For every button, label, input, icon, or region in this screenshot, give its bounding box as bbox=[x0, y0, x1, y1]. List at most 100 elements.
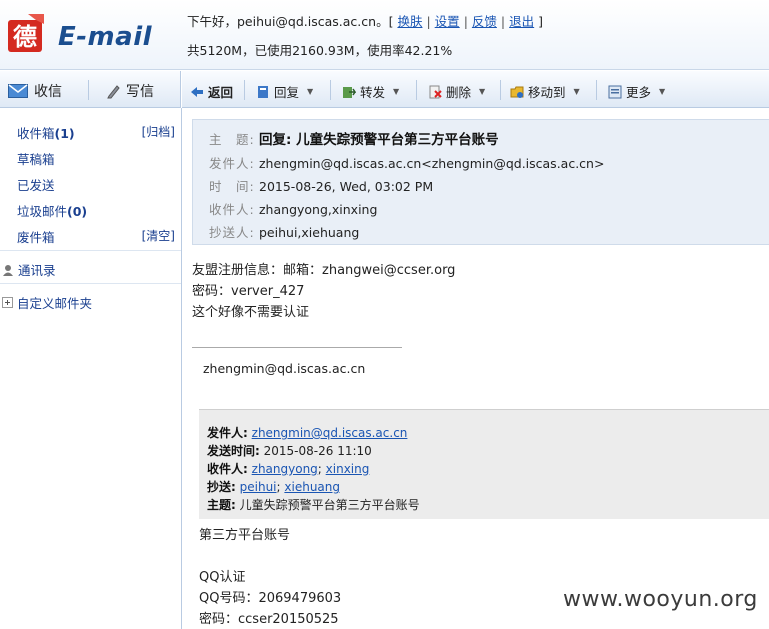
quote-to-link[interactable]: xinxing bbox=[326, 462, 370, 476]
contacts-label: 通讯录 bbox=[18, 263, 56, 278]
folder-spam-label: 垃圾邮件 bbox=[17, 204, 68, 219]
divider bbox=[596, 80, 597, 100]
reply-button[interactable]: 回复 ▼ bbox=[256, 82, 313, 101]
back-label: 返回 bbox=[208, 85, 234, 100]
folder-spam[interactable]: 垃圾邮件(0) bbox=[17, 201, 87, 220]
quote-time-value: 2015-08-26 11:10 bbox=[263, 444, 372, 458]
move-folder-icon bbox=[510, 86, 524, 98]
quote-from-link[interactable]: zhengmin@qd.iscas.ac.cn bbox=[252, 426, 408, 440]
message-header: 主 题: 回复: 儿童失踪预警平台第三方平台账号 发件人: zhengmin@qd.… bbox=[192, 119, 769, 245]
back-button[interactable]: 返回 bbox=[190, 82, 233, 101]
folder-sidebar: 收件箱(1) [归档] 草稿箱 已发送 垃圾邮件(0) 废件箱 [清空] 通讯录… bbox=[0, 108, 182, 629]
time-label: 时 间: bbox=[209, 179, 255, 194]
more-label: 更多 bbox=[626, 85, 652, 100]
folder-inbox-label: 收件箱 bbox=[17, 126, 55, 141]
compose-button[interactable]: 写信 bbox=[106, 81, 154, 101]
logo-text: E-mail bbox=[58, 22, 153, 52]
from-row: 发件人: zhengmin@qd.iscas.ac.cn<zhengmin@qd.… bbox=[209, 153, 604, 172]
time-value: 2015-08-26, Wed, 03:02 PM bbox=[259, 179, 434, 194]
quote-subject-row: 主题: 儿童失踪预警平台第三方平台账号 bbox=[207, 496, 420, 513]
archive-link[interactable]: [归档] bbox=[142, 123, 175, 140]
divider bbox=[244, 80, 245, 100]
to-label: 收件人: bbox=[209, 202, 255, 217]
more-button[interactable]: 更多 ▼ bbox=[608, 82, 665, 101]
pencil-icon bbox=[107, 85, 120, 99]
time-row: 时 间: 2015-08-26, Wed, 03:02 PM bbox=[209, 176, 433, 195]
compose-label: 写信 bbox=[126, 84, 154, 100]
folder-trash[interactable]: 废件箱 bbox=[17, 227, 55, 246]
folder-drafts[interactable]: 草稿箱 bbox=[17, 149, 55, 168]
from-label: 发件人: bbox=[209, 156, 255, 171]
divider bbox=[0, 250, 181, 251]
quote-to-row: 收件人: zhangyong; xinxing bbox=[207, 462, 370, 476]
chevron-down-icon[interactable]: ▼ bbox=[659, 87, 665, 96]
folder-inbox[interactable]: 收件箱(1) bbox=[17, 123, 75, 142]
chevron-down-icon[interactable]: ▼ bbox=[307, 87, 313, 96]
delete-button[interactable]: 删除 ▼ bbox=[428, 82, 485, 101]
body-line: 密码：verver_427 bbox=[192, 284, 305, 299]
settings-link[interactable]: 设置 bbox=[435, 14, 460, 29]
quoted-body-line: 密码：ccser20150525 bbox=[199, 612, 339, 627]
quote-subject-label: 主题: bbox=[207, 498, 236, 512]
custom-folders-label: 自定义邮件夹 bbox=[17, 296, 93, 311]
contacts-icon bbox=[3, 264, 13, 276]
quote-from-label: 发件人: bbox=[207, 426, 248, 440]
divider bbox=[0, 283, 181, 284]
greeting-text: 下午好，peihui@qd.iscas.ac.cn。[ bbox=[187, 14, 394, 29]
quote-to-link[interactable]: zhangyong bbox=[252, 462, 318, 476]
folder-sent[interactable]: 已发送 bbox=[17, 175, 55, 194]
quoted-body-line: QQ号码：2069479603 bbox=[199, 591, 342, 606]
quota-text: 共5120M，已使用2160.93M，使用率42.21% bbox=[187, 43, 453, 58]
to-row: 收件人: zhangyong,xinxing bbox=[209, 199, 377, 218]
logo-icon: 德 bbox=[8, 14, 44, 52]
back-arrow-icon bbox=[191, 86, 203, 97]
quote-from-row: 发件人: zhengmin@qd.iscas.ac.cn bbox=[207, 424, 407, 441]
forward-button[interactable]: 转发 ▼ bbox=[342, 82, 399, 101]
more-icon bbox=[608, 85, 622, 98]
folder-inbox-count: (1) bbox=[54, 126, 75, 141]
reply-label: 回复 bbox=[274, 85, 300, 100]
body-line: 这个好像不需要认证 bbox=[192, 305, 310, 320]
receive-mail-label: 收信 bbox=[34, 84, 62, 100]
receive-mail-button[interactable]: 收信 bbox=[8, 81, 62, 101]
subject-label: 主 题: bbox=[209, 132, 255, 147]
message-toolbar: 返回 回复 ▼ 转发 ▼ 删除 ▼ 移动到 ▼ 更多 ▼ bbox=[182, 71, 769, 108]
subject-value: 回复: 儿童失踪预警平台第三方平台账号 bbox=[259, 132, 499, 148]
delete-icon bbox=[429, 85, 442, 98]
forward-label: 转发 bbox=[360, 85, 386, 100]
quote-time-row: 发送时间: 2015-08-26 11:10 bbox=[207, 442, 372, 459]
divider bbox=[192, 347, 402, 348]
quote-cc-label: 抄送: bbox=[207, 480, 236, 494]
chevron-down-icon[interactable]: ▼ bbox=[393, 87, 399, 96]
empty-trash-link[interactable]: [清空] bbox=[142, 227, 175, 244]
quote-cc-row: 抄送: peihui; xiehuang bbox=[207, 480, 340, 494]
subject-row: 主 题: 回复: 儿童失踪预警平台第三方平台账号 bbox=[209, 128, 499, 148]
contacts-link[interactable]: 通讯录 bbox=[2, 260, 56, 279]
quote-cc-link[interactable]: peihui bbox=[240, 480, 277, 494]
custom-folders-link[interactable]: 自定义邮件夹 bbox=[2, 293, 92, 312]
from-value: zhengmin@qd.iscas.ac.cn<zhengmin@qd.isca… bbox=[259, 156, 605, 171]
to-value: zhangyong,xinxing bbox=[259, 202, 378, 217]
expand-icon[interactable] bbox=[2, 297, 13, 308]
skin-link[interactable]: 换肤 bbox=[397, 14, 422, 29]
body-line: 友盟注册信息：邮箱：zhangwei@ccser.org bbox=[192, 263, 456, 278]
quoted-body-line: 第三方平台账号 bbox=[199, 528, 291, 543]
forward-icon bbox=[343, 86, 356, 98]
cc-label: 抄送人: bbox=[209, 225, 255, 240]
svg-text:德: 德 bbox=[13, 23, 37, 51]
divider bbox=[416, 80, 417, 100]
move-to-button[interactable]: 移动到 ▼ bbox=[510, 82, 580, 101]
quoted-body-line: QQ认证 bbox=[199, 570, 246, 585]
quote-time-label: 发送时间: bbox=[207, 444, 260, 458]
quote-subject-value: 儿童失踪预警平台第三方平台账号 bbox=[239, 498, 420, 512]
greeting: 下午好，peihui@qd.iscas.ac.cn。[ 换肤 | 设置 | 反馈 | 退出 … bbox=[187, 14, 544, 29]
chevron-down-icon[interactable]: ▼ bbox=[574, 87, 580, 96]
feedback-link[interactable]: 反馈 bbox=[472, 14, 497, 29]
chevron-down-icon[interactable]: ▼ bbox=[479, 87, 485, 96]
quote-cc-link[interactable]: xiehuang bbox=[284, 480, 340, 494]
delete-label: 删除 bbox=[446, 85, 472, 100]
watermark: www.wooyun.org bbox=[563, 587, 758, 612]
logout-link[interactable]: 退出 bbox=[509, 14, 534, 29]
folder-spam-count: (0) bbox=[67, 204, 88, 219]
divider bbox=[330, 80, 331, 100]
